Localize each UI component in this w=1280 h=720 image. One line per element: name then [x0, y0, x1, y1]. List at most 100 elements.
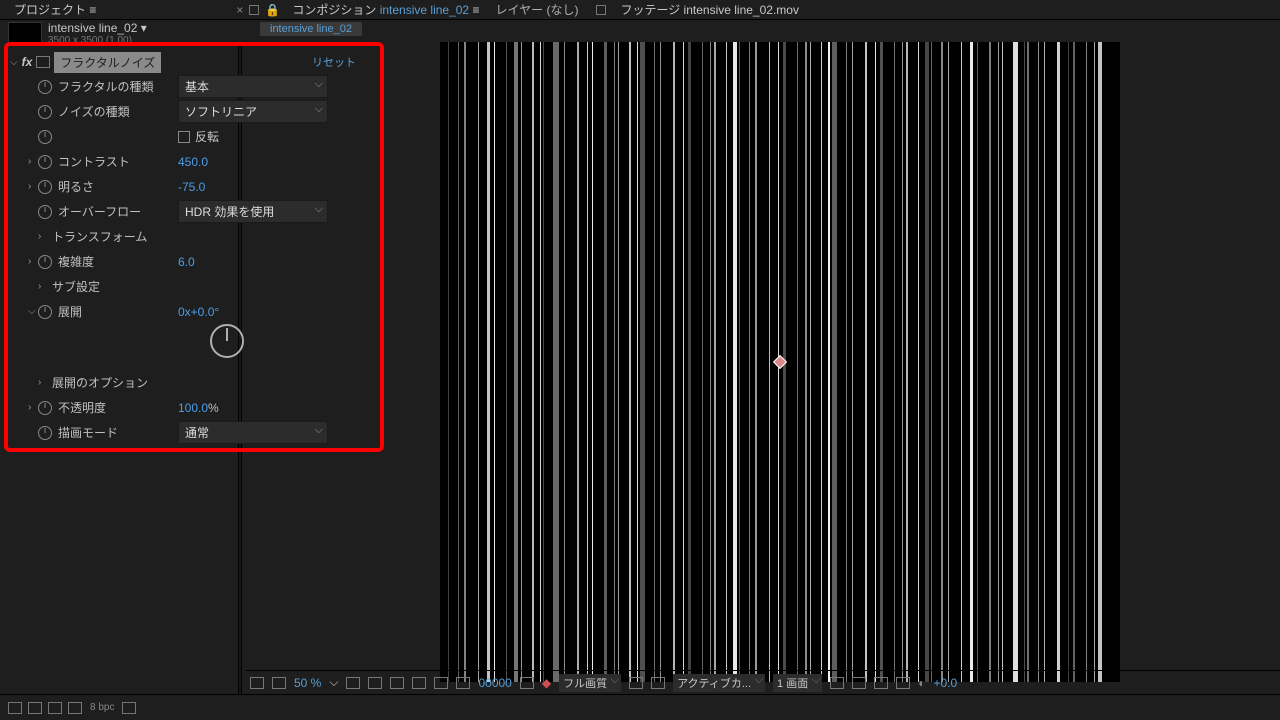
views-dropdown[interactable]: 1 画面 — [773, 674, 822, 692]
stopwatch-icon[interactable] — [38, 255, 52, 269]
transparency-icon[interactable] — [434, 677, 448, 689]
flowchart-comp-tab[interactable]: intensive line_02 — [260, 22, 362, 36]
magnify-icon[interactable] — [250, 677, 264, 689]
overflow-dropdown[interactable]: HDR 効果を使用 — [178, 200, 328, 223]
guide-icon[interactable] — [456, 677, 470, 689]
solo-icon[interactable] — [596, 5, 606, 15]
stopwatch-icon[interactable] — [38, 426, 52, 440]
twirl-down-icon[interactable]: ⌵ — [28, 306, 38, 317]
prop-opacity: › 不透明度 100.0% — [10, 395, 376, 420]
effect-name[interactable]: フラクタルノイズ — [54, 52, 161, 73]
prop-label: 明るさ — [58, 178, 178, 195]
twirl-right-icon[interactable]: › — [38, 377, 48, 388]
composition-viewer[interactable] — [440, 42, 1120, 682]
adjustment-icon[interactable] — [68, 702, 82, 714]
camera-dropdown[interactable]: アクティブカ... — [673, 674, 765, 692]
stopwatch-icon[interactable] — [38, 155, 52, 169]
twirl-right-icon[interactable]: › — [28, 402, 38, 413]
quality-dropdown[interactable]: フル画質 — [559, 674, 621, 692]
flowchart-icon[interactable] — [896, 677, 910, 689]
stopwatch-icon[interactable] — [38, 401, 52, 415]
channel-icon[interactable] — [368, 677, 382, 689]
effect-header[interactable]: ⌵ fx フラクタルノイズ リセット — [10, 50, 376, 74]
effect-controls-panel: ⌵ fx フラクタルノイズ リセット フラクタルの種類 基本 ノイズの種類 ソフ… — [10, 50, 376, 445]
prop-evolution-options-group[interactable]: › 展開のオプション — [10, 370, 376, 395]
fractal-type-dropdown[interactable]: 基本 — [178, 75, 328, 98]
stopwatch-icon[interactable] — [38, 130, 52, 144]
comp-name-label: intensive line_02 — [380, 3, 469, 17]
pixel-aspect-icon[interactable] — [830, 677, 844, 689]
reset-link[interactable]: リセット — [312, 54, 356, 70]
bpc-label[interactable]: 8 bpc — [90, 702, 114, 713]
project-tab[interactable]: プロジェクト ≡ — [6, 0, 104, 20]
timeline-icon[interactable] — [874, 677, 888, 689]
footage-prefix-label: フッテージ — [620, 3, 680, 17]
prop-label: 複雑度 — [58, 253, 178, 270]
twirl-right-icon[interactable]: › — [38, 231, 48, 242]
complexity-value[interactable]: 6.0 — [178, 255, 195, 269]
project-thumbnail[interactable] — [8, 22, 42, 46]
comp-icon[interactable] — [48, 702, 62, 714]
prop-label: コントラスト — [58, 153, 178, 170]
interpret-icon[interactable] — [8, 702, 22, 714]
prop-label: 展開のオプション — [52, 374, 172, 391]
fast-previews-icon[interactable] — [852, 677, 866, 689]
solo-icon[interactable] — [249, 5, 259, 15]
noise-type-dropdown[interactable]: ソフトリニア — [178, 100, 328, 123]
zoom-dropdown[interactable]: 50 % — [294, 676, 321, 690]
opacity-value[interactable]: 100.0 — [178, 401, 208, 415]
twirl-right-icon[interactable]: › — [28, 156, 38, 167]
footage-name-label: intensive line_02.mov — [684, 3, 799, 17]
fx-badge[interactable]: fx — [22, 55, 33, 69]
mask-icon[interactable] — [390, 677, 404, 689]
view-options-icon[interactable] — [651, 677, 665, 689]
menu-icon[interactable]: ≡ — [89, 3, 96, 17]
prop-contrast: › コントラスト 450.0 — [10, 149, 376, 174]
twirl-right-icon[interactable]: › — [28, 181, 38, 192]
prop-sub-settings-group[interactable]: › サブ設定 — [10, 274, 376, 299]
twirl-down-icon[interactable]: ⌵ — [10, 57, 18, 68]
stopwatch-icon[interactable] — [38, 105, 52, 119]
project-item-dims: 3500 x 3500 (1.00) — [48, 35, 147, 46]
brightness-value[interactable]: -75.0 — [178, 180, 205, 194]
evolution-value[interactable]: 0x+0.0° — [178, 305, 219, 319]
preset-icon[interactable] — [36, 56, 50, 68]
prop-evolution: ⌵ 展開 0x+0.0° — [10, 299, 376, 324]
stopwatch-icon[interactable] — [38, 180, 52, 194]
prop-transform-group[interactable]: › トランスフォーム — [10, 224, 376, 249]
timecode-display[interactable]: 00000 — [478, 676, 511, 690]
region-icon[interactable] — [412, 677, 426, 689]
twirl-right-icon[interactable]: › — [28, 256, 38, 267]
snapshot-icon[interactable] — [520, 677, 534, 689]
stopwatch-icon[interactable] — [38, 80, 52, 94]
evolution-dial[interactable] — [210, 324, 244, 358]
trash-icon[interactable] — [122, 702, 136, 714]
prop-complexity: › 複雑度 6.0 — [10, 249, 376, 274]
exposure-reset-icon[interactable]: ◐ — [918, 676, 925, 690]
show-channel-icon[interactable]: ◆ — [542, 676, 551, 690]
resolution-icon[interactable] — [346, 677, 360, 689]
prop-label: サブ設定 — [52, 278, 172, 295]
composition-tab[interactable]: コンポジション intensive line_02 ≡ — [284, 0, 487, 20]
menu-icon[interactable]: ≡ — [472, 3, 479, 17]
layer-tab[interactable]: レイヤー (なし) — [487, 0, 586, 20]
invert-checkbox[interactable] — [178, 131, 190, 143]
folder-icon[interactable] — [28, 702, 42, 714]
viewer-icon[interactable] — [629, 677, 643, 689]
close-icon[interactable]: × — [236, 3, 243, 17]
twirl-right-icon[interactable]: › — [38, 281, 48, 292]
prop-label: ノイズの種類 — [58, 103, 178, 120]
stopwatch-icon[interactable] — [38, 305, 52, 319]
exposure-value[interactable]: +0.0 — [933, 676, 957, 690]
prop-brightness: › 明るさ -75.0 — [10, 174, 376, 199]
contrast-value[interactable]: 450.0 — [178, 155, 208, 169]
stopwatch-icon[interactable] — [38, 205, 52, 219]
prop-overflow: オーバーフロー HDR 効果を使用 — [10, 199, 376, 224]
lock-icon[interactable]: 🔒 — [265, 3, 280, 17]
prop-noise-type: ノイズの種類 ソフトリニア — [10, 99, 376, 124]
blend-mode-dropdown[interactable]: 通常 — [178, 421, 328, 444]
flowchart-strip: intensive line_02 — [0, 20, 1280, 38]
project-item-name[interactable]: intensive line_02 ▾ — [48, 22, 147, 35]
grid-icon[interactable] — [272, 677, 286, 689]
footage-tab[interactable]: フッテージ intensive line_02.mov — [612, 0, 807, 20]
